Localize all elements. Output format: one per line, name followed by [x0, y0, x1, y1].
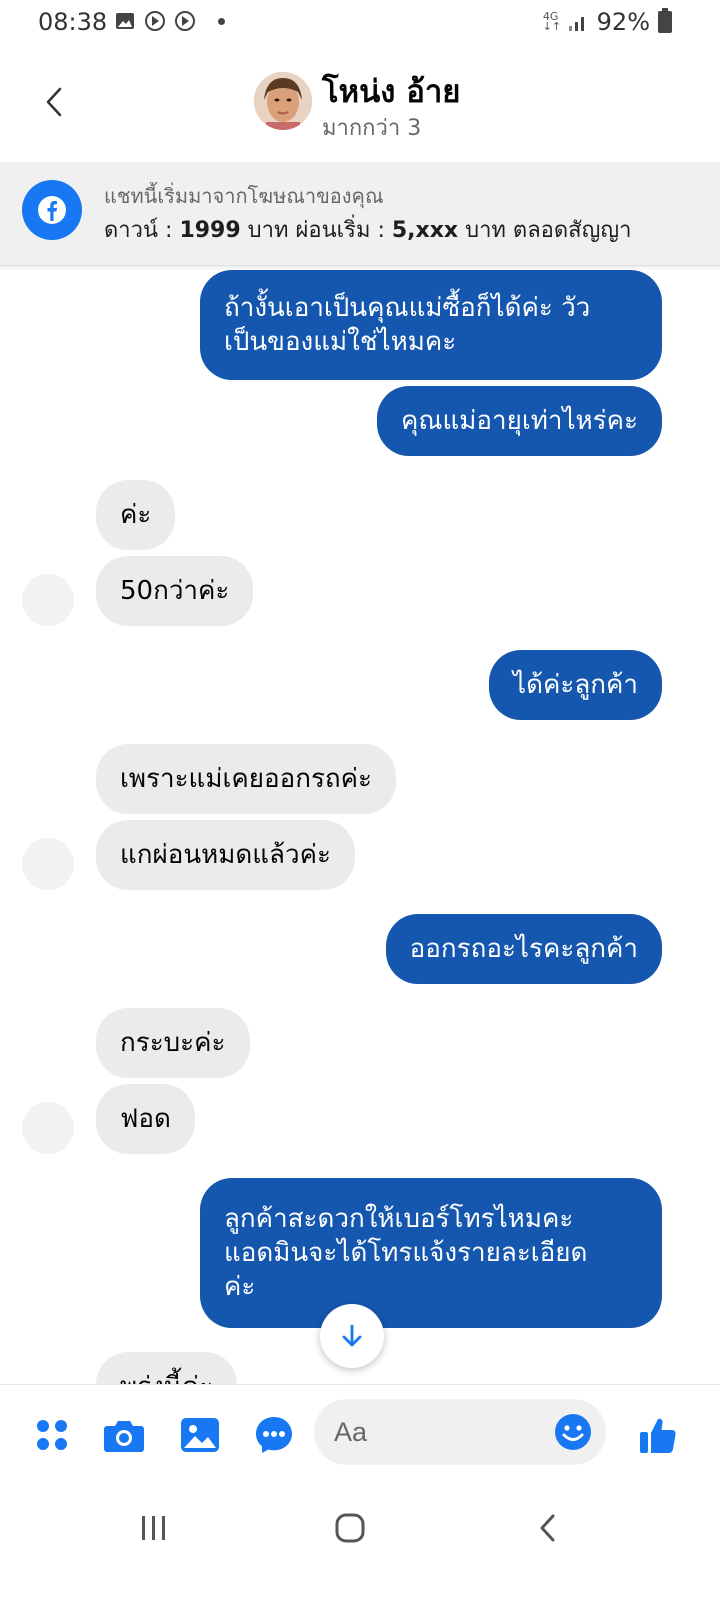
message-composer: [0, 1384, 720, 1484]
gallery-button[interactable]: [178, 1413, 222, 1457]
message-bubble-incoming[interactable]: ฟอด: [96, 1084, 195, 1154]
message-text: ฟอด: [120, 1104, 171, 1134]
message-text: พรุ่งนี้ค่ะ: [120, 1370, 213, 1384]
message-text: กระบะค่ะ: [120, 1028, 226, 1058]
sender-avatar[interactable]: [22, 1102, 74, 1154]
thumbs-up-icon: [640, 1418, 676, 1453]
more-actions-button[interactable]: [30, 1413, 74, 1457]
like-button[interactable]: [636, 1413, 680, 1457]
message-input-container[interactable]: [314, 1399, 606, 1465]
home-icon: [335, 1513, 365, 1543]
battery-icon: [658, 8, 672, 33]
message-text: ถ้างั้นเอาเป็นคุณแม่ซื้อก็ได้ค่ะ วัว เป็…: [224, 293, 591, 357]
message-text: ลูกค้าสะดวกให้เบอร์โทรไหมคะ แอดมินจะได้โ…: [224, 1204, 588, 1302]
chat-header: โหน่ง อ้าย มากกว่า 3: [0, 46, 720, 162]
arrow-down-icon: [342, 1324, 362, 1347]
home-button[interactable]: [320, 1504, 380, 1552]
image-icon: [181, 1418, 219, 1452]
message-text: เพราะแม่เคยออกรถค่ะ: [120, 764, 373, 794]
message-text: คุณแม่อายุเท่าไหร่คะ: [400, 406, 638, 436]
navigation-notification-icon-2: [175, 11, 195, 31]
message-bubble-incoming[interactable]: เพราะแม่เคยออกรถค่ะ: [96, 744, 397, 814]
contact-name[interactable]: โหน่ง อ้าย: [322, 66, 460, 116]
message-bubble-outgoing[interactable]: ออกรถอะไรคะลูกค้า: [385, 914, 662, 984]
recent-apps-icon: [142, 1516, 165, 1540]
contact-subtitle: มากกว่า 3: [322, 116, 422, 141]
message-bubble-outgoing[interactable]: คุณแม่อายุเท่าไหร่คะ: [376, 386, 662, 456]
navigation-notification-icon: [145, 11, 165, 31]
gallery-notification-icon: [116, 13, 134, 29]
message-input[interactable]: [334, 1399, 554, 1465]
system-navigation-bar: [0, 1484, 720, 1600]
status-bar: 08:38 4G ↓↑ 92%: [0, 0, 720, 46]
back-button[interactable]: [36, 82, 72, 122]
recent-apps-button[interactable]: [124, 1504, 184, 1552]
chevron-left-icon: [540, 1514, 555, 1542]
camera-button[interactable]: [102, 1413, 146, 1457]
chat-extras-button[interactable]: [252, 1413, 296, 1457]
message-bubble-incoming[interactable]: พรุ่งนี้ค่ะ: [96, 1352, 237, 1384]
smiley-icon: [555, 1414, 591, 1450]
ad-offer-text: ดาวน์ : 1999 บาท ผ่อนเริ่ม : 5,xxx บาท ต…: [104, 218, 632, 243]
ad-origin-text: แชทนี้เริ่มมาจากโฆษณาของคุณ: [104, 184, 384, 208]
message-bubble-outgoing[interactable]: ถ้างั้นเอาเป็นคุณแม่ซื้อก็ได้ค่ะ วัว เป็…: [200, 270, 662, 380]
status-right: 4G ↓↑ 92%: [543, 8, 672, 36]
scroll-to-bottom-button[interactable]: [320, 1304, 384, 1368]
message-bubble-incoming[interactable]: 50กว่าค่ะ: [96, 556, 254, 626]
system-back-button[interactable]: [518, 1504, 578, 1552]
emoji-button[interactable]: [554, 1413, 592, 1451]
contact-avatar[interactable]: [254, 72, 312, 130]
battery-percent: 92%: [596, 8, 650, 36]
message-bubble-outgoing[interactable]: ลูกค้าสะดวกให้เบอร์โทรไหมคะ แอดมินจะได้โ…: [200, 1178, 662, 1328]
facebook-icon: [22, 180, 82, 240]
avatar-image: [254, 72, 312, 130]
status-time: 08:38: [38, 8, 108, 36]
message-bubble-outgoing[interactable]: ได้ค่ะลูกค้า: [489, 650, 662, 720]
message-text: 50กว่าค่ะ: [120, 576, 230, 606]
four-dots-icon: [37, 1420, 67, 1450]
network-type: 4G ↓↑: [542, 10, 562, 33]
speech-bubble-icon: [256, 1417, 292, 1453]
more-notifications-dot: [218, 17, 225, 25]
sender-avatar[interactable]: [22, 574, 74, 626]
message-text: แกผ่อนหมดแล้วค่ะ: [120, 840, 331, 870]
message-text: ได้ค่ะลูกค้า: [513, 670, 638, 700]
message-bubble-incoming[interactable]: ค่ะ: [96, 480, 176, 550]
message-bubble-incoming[interactable]: กระบะค่ะ: [96, 1008, 250, 1078]
camera-icon: [104, 1421, 144, 1452]
notification-icons: [114, 10, 225, 32]
message-text: ออกรถอะไรคะลูกค้า: [409, 934, 638, 964]
ad-context-banner[interactable]: แชทนี้เริ่มมาจากโฆษณาของคุณ ดาวน์ : 1999…: [0, 162, 720, 266]
signal-icon: [568, 17, 584, 31]
chevron-left-icon: [46, 87, 62, 117]
message-thread[interactable]: ถ้างั้นเอาเป็นคุณแม่ซื้อก็ได้ค่ะ วัว เป็…: [0, 266, 720, 1384]
message-bubble-incoming[interactable]: แกผ่อนหมดแล้วค่ะ: [96, 820, 355, 890]
sender-avatar[interactable]: [22, 838, 74, 890]
message-text: ค่ะ: [120, 500, 152, 530]
